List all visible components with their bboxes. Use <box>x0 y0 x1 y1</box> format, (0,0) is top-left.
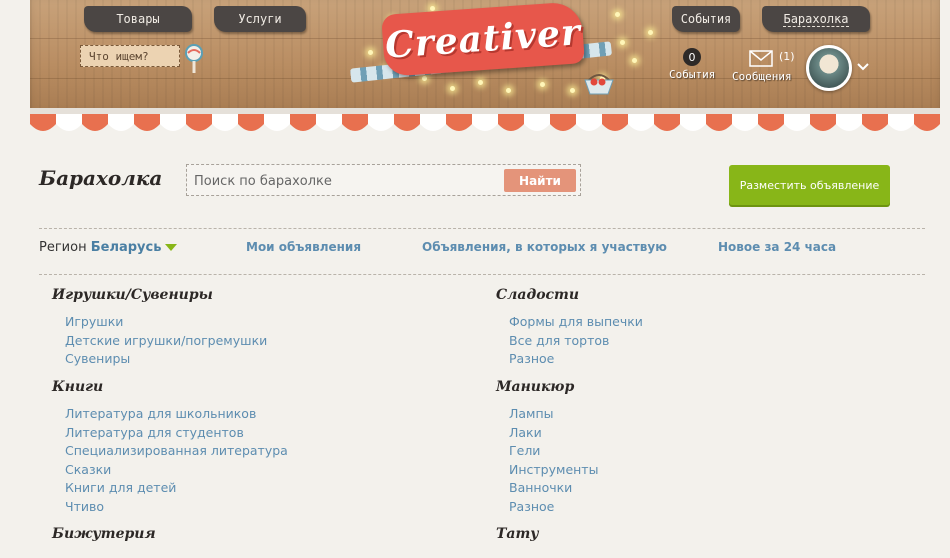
wood-plank-line <box>30 78 940 79</box>
category-title-toys[interactable]: Игрушки/Сувениры <box>52 287 213 303</box>
category-item[interactable]: Лампы <box>509 405 598 424</box>
awning-scallop <box>550 114 576 131</box>
awning-scallop <box>368 114 394 131</box>
awning-scallop <box>394 114 420 131</box>
category-item[interactable]: Разное <box>509 498 598 517</box>
awning-scallop <box>732 114 758 131</box>
category-item[interactable]: Инструменты <box>509 461 598 480</box>
flea-market-search-input[interactable] <box>192 169 496 193</box>
category-title-sweets[interactable]: Сладости <box>496 287 579 303</box>
divider <box>39 228 925 229</box>
awning-scallop <box>784 114 810 131</box>
awning-scallop <box>602 114 628 131</box>
basket-icon <box>584 74 614 95</box>
region-selector[interactable]: Регион Беларусь <box>39 240 178 255</box>
awning-scallop <box>524 114 550 131</box>
category-item[interactable]: Все для тортов <box>509 332 643 351</box>
awning-scallop <box>186 114 212 131</box>
awning-scallop <box>472 114 498 131</box>
category-list-manicure: Лампы Лаки Гели Инструменты Ванночки Раз… <box>509 405 598 517</box>
awning-scallop <box>134 114 160 131</box>
participating-ads-link[interactable]: Объявления, в которых я участвую <box>422 240 667 254</box>
category-item[interactable]: Литература для студентов <box>65 424 288 443</box>
category-item[interactable]: Детские игрушки/погремушки <box>65 332 267 351</box>
category-title-books[interactable]: Книги <box>52 379 103 395</box>
awning-scallop <box>810 114 836 131</box>
messages-label[interactable]: Сообщения <box>732 70 792 83</box>
awning-scallop <box>680 114 706 131</box>
nav-tab-flea-market[interactable]: Барахолка <box>762 6 870 32</box>
flea-market-search: Найти <box>186 164 581 196</box>
category-title-manicure[interactable]: Маникюр <box>496 379 574 395</box>
awning-scallop <box>888 114 914 131</box>
awning-scallop <box>758 114 784 131</box>
awning-scallop <box>56 114 82 131</box>
category-list-sweets: Формы для выпечки Все для тортов Разное <box>509 313 643 369</box>
awning-scallop <box>498 114 524 131</box>
category-item[interactable]: Специализированная литература <box>65 442 288 461</box>
awning-scallop <box>82 114 108 131</box>
category-item[interactable]: Игрушки <box>65 313 267 332</box>
awning-scallop <box>420 114 446 131</box>
awning-scallop <box>108 114 134 131</box>
category-item[interactable]: Сказки <box>65 461 288 480</box>
awning-scallop <box>212 114 238 131</box>
category-item[interactable]: Сувениры <box>65 350 267 369</box>
my-ads-link[interactable]: Мои объявления <box>246 240 361 254</box>
category-list-toys: Игрушки Детские игрушки/погремушки Сувен… <box>65 313 267 369</box>
divider <box>39 274 925 275</box>
lollipop-search-icon[interactable] <box>183 44 205 74</box>
awning-scallop <box>862 114 888 131</box>
new-24h-link[interactable]: Новое за 24 часа <box>718 240 836 254</box>
awning-scallop <box>654 114 680 131</box>
chevron-down-icon[interactable] <box>857 62 869 72</box>
category-item[interactable]: Книги для детей <box>65 479 288 498</box>
category-list-books: Литература для школьников Литература для… <box>65 405 288 517</box>
awning-scallop <box>836 114 862 131</box>
awning-scallop <box>30 114 56 131</box>
awning-scallop <box>238 114 264 131</box>
category-item[interactable]: Разное <box>509 350 643 369</box>
awning-scallop <box>706 114 732 131</box>
find-button[interactable]: Найти <box>504 169 576 192</box>
awning-scallop <box>316 114 342 131</box>
header-search-input[interactable]: Что ищем? <box>80 45 180 67</box>
category-item[interactable]: Формы для выпечки <box>509 313 643 332</box>
region-value[interactable]: Беларусь <box>91 240 162 255</box>
awning-scallop <box>264 114 290 131</box>
awning-scallop <box>290 114 316 131</box>
awning-scallop <box>446 114 472 131</box>
category-title-jewelry[interactable]: Бижутерия <box>52 526 156 542</box>
category-item[interactable]: Гели <box>509 442 598 461</box>
region-label: Регион <box>39 240 87 255</box>
post-ad-button[interactable]: Разместить объявление <box>729 165 890 205</box>
category-item[interactable]: Лаки <box>509 424 598 443</box>
user-avatar[interactable] <box>806 45 852 91</box>
events-label[interactable]: События <box>669 68 715 81</box>
category-title-tattoo[interactable]: Тату <box>496 526 539 542</box>
nav-tab-events[interactable]: События <box>672 6 740 32</box>
header-awning <box>30 108 940 131</box>
category-item[interactable]: Литература для школьников <box>65 405 288 424</box>
mail-icon[interactable] <box>749 50 773 67</box>
awning-scallop <box>342 114 368 131</box>
page-title: Барахолка <box>39 166 163 190</box>
messages-count[interactable]: (1) <box>779 50 795 63</box>
awning-scallop <box>914 114 940 131</box>
events-count-badge[interactable]: 0 <box>683 48 701 66</box>
category-item[interactable]: Ванночки <box>509 479 598 498</box>
awning-scallop <box>628 114 654 131</box>
nav-tab-services[interactable]: Услуги <box>214 6 306 32</box>
triangle-down-icon[interactable] <box>165 244 178 251</box>
nav-tab-goods[interactable]: Товары <box>84 6 192 32</box>
awning-scallop <box>160 114 186 131</box>
awning-scallop <box>576 114 602 131</box>
category-item[interactable]: Чтиво <box>65 498 288 517</box>
